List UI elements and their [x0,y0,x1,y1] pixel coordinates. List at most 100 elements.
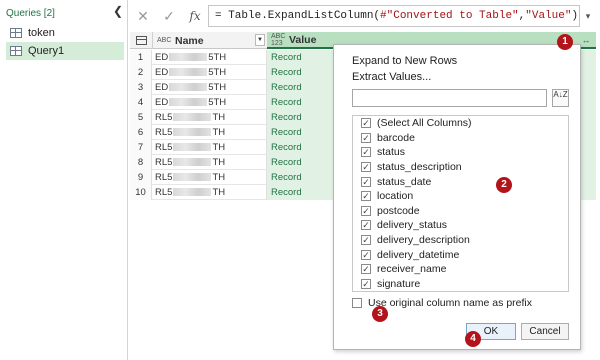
cancel-formula-button[interactable]: ✕ [130,5,156,27]
column-option[interactable]: ✓ barcode [353,131,568,146]
query-item-label: Query1 [28,45,65,57]
row-number: 5 [130,110,152,125]
name-prefix: RL5 [155,127,212,138]
column-option[interactable]: ✓ signature [353,277,568,291]
sort-columns-button[interactable]: A↓Z [552,89,569,107]
row-number: 1 [130,50,152,65]
column-header-name[interactable]: ABC Name [152,32,267,49]
name-suffix: TH [212,112,226,123]
row-number: 4 [130,95,152,110]
column-option[interactable]: ✓ status_description [353,160,568,175]
column-checkbox[interactable]: ✓ [361,147,371,158]
collapse-queries-button[interactable]: ❮ [112,4,124,18]
name-prefix: RL5 [155,157,212,168]
column-option[interactable]: ✓ (Select All Columns) [353,116,568,131]
column-header-label: Name [175,34,204,47]
expand-formula-icon[interactable]: ▾ [580,5,596,27]
name-prefix: ED [155,52,208,63]
column-option-label: barcode [377,131,415,144]
column-checkbox[interactable]: ✓ [361,264,371,275]
name-cell[interactable]: RL5 TH [152,110,267,125]
name-cell[interactable]: ED 5TH [152,80,267,95]
column-option-label: status_date [377,175,432,188]
column-checkbox[interactable]: ✓ [361,278,371,289]
name-cell[interactable]: RL5 TH [152,125,267,140]
filter-dropdown-icon[interactable]: ▼ [255,34,265,46]
formula-text: = Table.ExpandListColumn( [215,10,381,22]
column-checkbox[interactable]: ✓ [361,205,371,216]
formula-input[interactable]: = Table.ExpandListColumn(#"Converted to … [208,5,580,27]
column-checkbox[interactable]: ✓ [361,118,371,129]
column-option-label: status [377,146,406,159]
column-option[interactable]: ✓ postcode [353,204,568,219]
name-cell[interactable]: RL5 TH [152,170,267,185]
name-suffix: TH [212,127,226,138]
formula-suffix: ) [571,10,579,22]
column-option-label: receiver_name [377,263,447,276]
column-option[interactable]: ✓ location [353,189,568,204]
row-number: 10 [130,185,152,200]
column-checkbox[interactable]: ✓ [361,191,371,202]
fx-icon[interactable]: fx [182,5,208,27]
column-option-label: status_description [377,161,462,174]
step-marker-1: 1 [557,34,573,50]
cancel-button[interactable]: Cancel [521,323,569,340]
table-icon [135,36,147,45]
query-item-token[interactable]: token [6,24,124,42]
query-item-label: token [28,27,55,39]
column-checklist: ✓ (Select All Columns) ✓ barcode ✓ status ✓ sta… [352,115,569,292]
name-cell[interactable]: RL5 TH [152,185,267,200]
column-option[interactable]: ✓ status_date [353,174,568,189]
step-marker-3: 3 [372,306,388,322]
row-number: 2 [130,65,152,80]
name-cell[interactable]: RL5 TH [152,155,267,170]
column-option[interactable]: ✓ delivery_description [353,233,568,248]
column-option-label: location [377,190,414,203]
table-icon [10,46,22,56]
column-checkbox[interactable]: ✓ [361,162,371,173]
name-suffix: 5TH [208,97,227,108]
name-prefix: ED [155,97,208,108]
column-checkbox[interactable]: ✓ [361,235,371,246]
queries-header: Queries [2] [6,8,55,19]
row-number: 7 [130,140,152,155]
step-marker-4: 4 [465,331,481,347]
formula-arg-column: "Value" [525,10,572,22]
table-icon [10,28,22,38]
commit-formula-button[interactable]: ✓ [156,5,182,27]
expand-to-new-rows-item[interactable]: Expand to New Rows [352,55,457,67]
text-type-icon: ABC [157,37,172,44]
formula-arg-step: #"Converted to Table" [380,10,519,22]
name-suffix: TH [212,172,226,183]
row-number: 8 [130,155,152,170]
prefix-checkbox[interactable] [352,298,362,308]
prefix-label: Use original column name as prefix [368,297,532,309]
name-cell[interactable]: ED 5TH [152,95,267,110]
table-menu-button[interactable] [130,32,152,49]
row-number: 9 [130,170,152,185]
name-prefix: RL5 [155,172,212,183]
column-checkbox[interactable]: ✓ [361,176,371,187]
column-option[interactable]: ✓ status [353,145,568,160]
query-item-query1[interactable]: Query1 [6,42,124,60]
column-option[interactable]: ✓ receiver_name [353,262,568,277]
name-cell[interactable]: ED 5TH [152,65,267,80]
name-prefix: ED [155,82,208,93]
name-cell[interactable]: ED 5TH [152,50,267,65]
expand-column-icon[interactable]: ↔ [580,35,592,46]
row-number: 3 [130,80,152,95]
column-option-label: postcode [377,204,420,217]
column-option[interactable]: ✓ delivery_datetime [353,247,568,262]
extract-values-item[interactable]: Extract Values... [352,71,431,83]
column-checkbox[interactable]: ✓ [361,249,371,260]
column-option[interactable]: ✓ delivery_status [353,218,568,233]
name-cell[interactable]: RL5 TH [152,140,267,155]
name-suffix: 5TH [208,52,227,63]
name-prefix: RL5 [155,187,212,198]
column-checkbox[interactable]: ✓ [361,132,371,143]
name-suffix: 5TH [208,82,227,93]
formula-separator: , [518,10,526,22]
formula-bar: ✕ ✓ fx = Table.ExpandListColumn(#"Conver… [130,4,596,28]
column-search-input[interactable] [352,89,547,107]
column-checkbox[interactable]: ✓ [361,220,371,231]
